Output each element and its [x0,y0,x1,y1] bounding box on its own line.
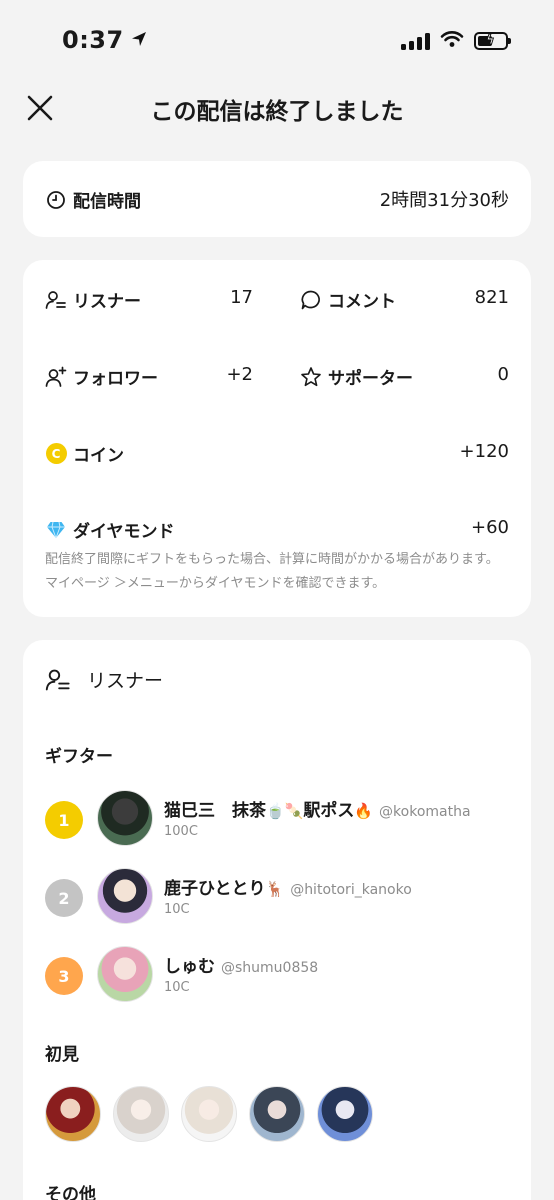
coins-label-text: コイン [73,446,124,466]
clock-icon [45,189,67,211]
listeners-stat-value: 17 [230,287,253,308]
gifter-handle: @shumu0858 [221,960,319,976]
battery-charging-icon: ϟ [474,32,511,50]
first-time-title: 初見 [45,1045,79,1065]
star-icon [300,366,322,388]
rank-badge: 2 [45,879,83,917]
stats-card: リスナー 17 コメント 821 フォロワー +2 サポーター 0 C コイン … [23,260,531,617]
avatar[interactable] [113,1086,169,1142]
avatar[interactable] [45,1086,101,1142]
diamond-note: 配信終了間際にギフトをもらった場合、計算に時間がかかる場合があります。マイページ… [45,552,499,591]
rank-badge: 3 [45,957,83,995]
gifter-coins: 10C [164,902,190,917]
gifter-name-emoji: 🦌 [265,880,285,898]
followers-label-text: フォロワー [73,369,158,389]
status-bar: 0:37 ϟ [0,0,554,82]
user-add-icon [45,366,67,388]
gifter-coins: 100C [164,824,198,839]
coins-stat-label: C コイン [45,441,124,466]
followers-stat-label: フォロワー [45,364,158,389]
cellular-signal-icon [401,32,430,50]
diamonds-stat-value: +60 [471,517,509,538]
listeners-section-header: リスナー [45,666,163,693]
listeners-section-title: リスナー [87,670,164,692]
listeners-stat-label: リスナー [45,287,141,312]
supporters-stat-label: サポーター [300,364,413,389]
listeners-label-text: リスナー [73,292,141,312]
user-list-icon [45,289,67,311]
gifter-name-emoji: 🍵🍡 [266,802,304,820]
avatar[interactable] [97,790,153,846]
gifter-handle: @hitotori_kanoko [290,882,412,898]
gifter-name-emoji-2: 🔥 [354,802,374,820]
comments-stat-value: 821 [474,287,509,308]
diamonds-label-text: ダイヤモンド [73,522,175,542]
gifter-name-text-2: 駅ポス [303,801,355,821]
diamond-icon [45,519,67,541]
listeners-card: リスナー ギフター 1 猫巳三 抹茶🍵🍡駅ポス🔥 @kokomatha 100C … [23,640,531,1200]
comment-bubble-icon [300,289,322,311]
page-title: この配信は終了しました [150,99,404,125]
gifter-name[interactable]: しゅむ @shumu0858 [164,952,318,977]
duration-value: 2時間31分30秒 [379,190,509,211]
duration-card: 配信時間 2時間31分30秒 [23,161,531,237]
duration-label-row: 配信時間 [45,187,141,212]
wifi-icon [440,30,464,52]
coins-stat-value: +120 [459,441,509,462]
avatar[interactable] [317,1086,373,1142]
gifters-title: ギフター [45,747,113,767]
avatar[interactable] [249,1086,305,1142]
avatar[interactable] [181,1086,237,1142]
supporters-label-text: サポーター [328,369,413,389]
user-list-icon [45,667,71,693]
gifter-name[interactable]: 猫巳三 抹茶🍵🍡駅ポス🔥 @kokomatha [164,796,471,821]
gifter-name-text: しゅむ [164,957,215,977]
coin-badge-letter: C [45,443,67,464]
gifter-name[interactable]: 鹿子ひととり🦌 @hitotori_kanoko [164,874,412,899]
diamonds-stat-label: ダイヤモンド [45,517,175,542]
rank-badge: 1 [45,801,83,839]
gifter-coins: 10C [164,980,190,995]
other-title: その他 [45,1185,96,1200]
avatar[interactable] [97,946,153,1002]
nav-bar: この配信は終了しました [0,82,554,134]
duration-label: 配信時間 [73,192,141,212]
comments-label-text: コメント [328,292,396,312]
followers-stat-value: +2 [226,364,253,385]
comments-stat-label: コメント [300,287,396,312]
gifter-handle: @kokomatha [379,804,471,820]
coin-icon: C [45,443,67,465]
location-arrow-icon [130,26,148,54]
gifter-name-text: 鹿子ひととり [164,879,266,899]
clock-text: 0:37 [62,26,124,54]
status-icons: ϟ [401,30,511,52]
supporters-stat-value: 0 [497,364,509,385]
status-time: 0:37 [62,26,148,54]
gifter-name-text: 猫巳三 抹茶 [164,801,266,821]
avatar[interactable] [97,868,153,924]
